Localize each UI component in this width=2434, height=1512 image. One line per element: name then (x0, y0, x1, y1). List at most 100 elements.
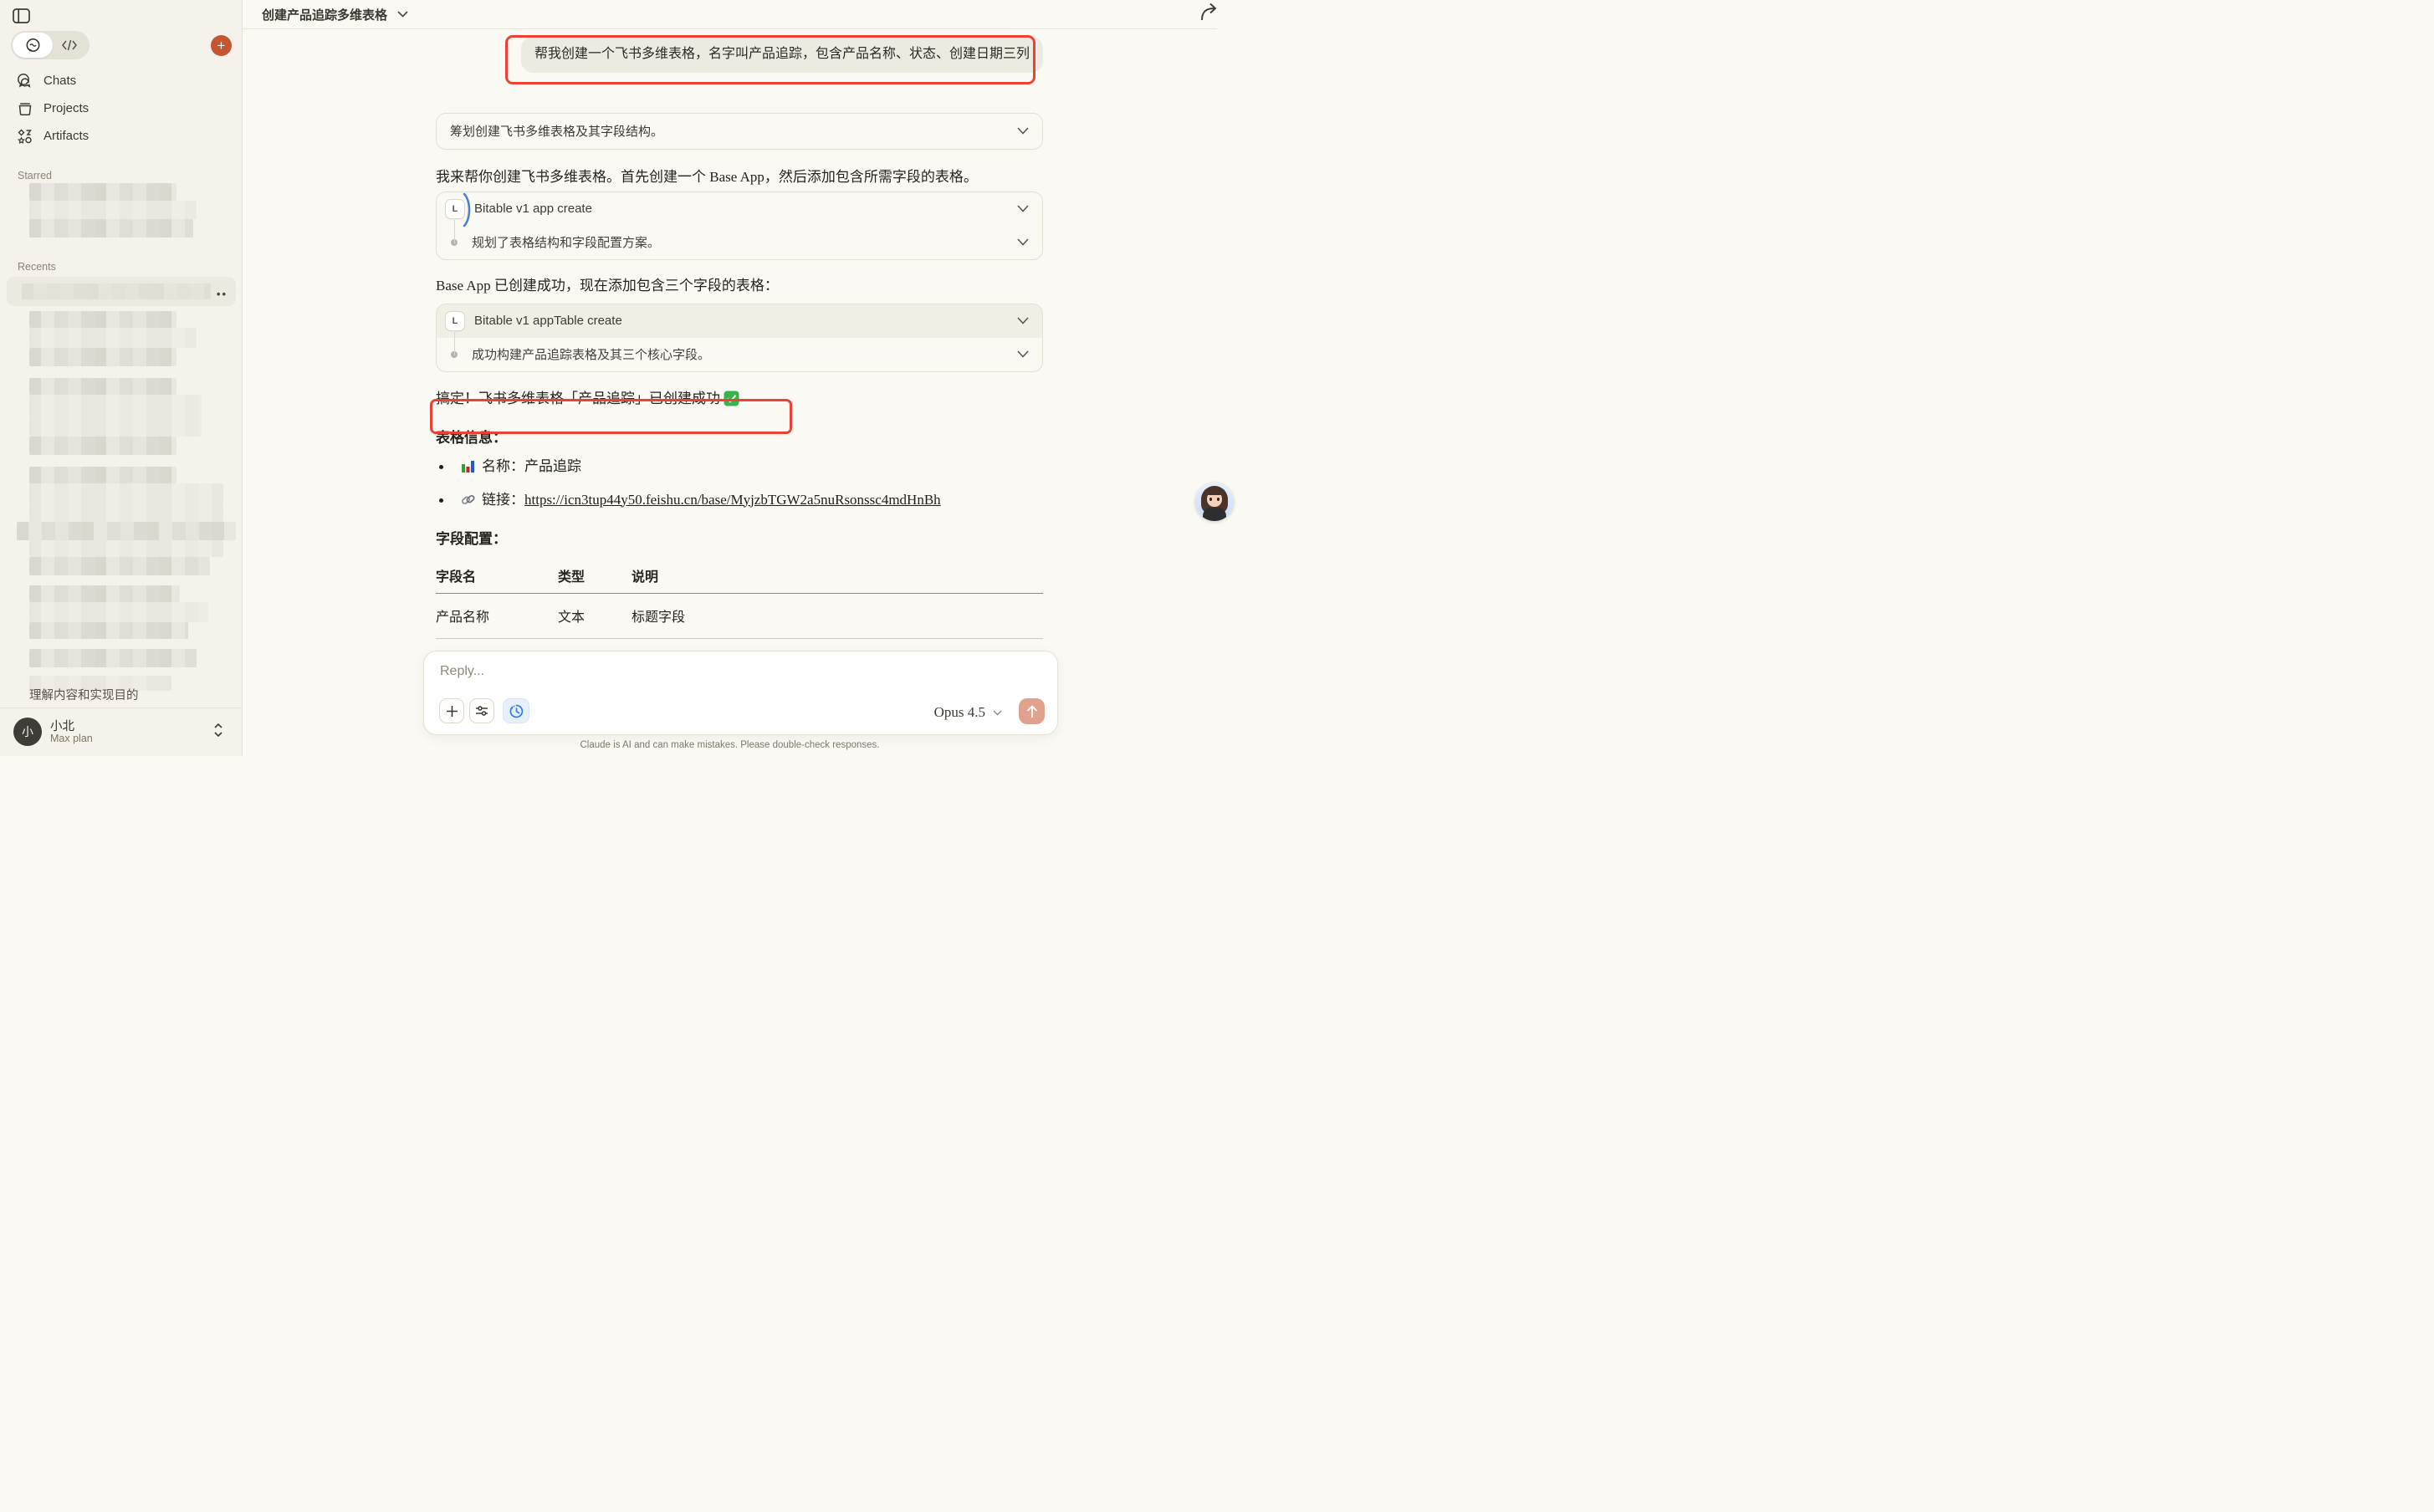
table-row: 产品名称 文本 标题字段 (436, 593, 1043, 638)
tool-name: Bitable v1 app create (474, 202, 592, 216)
artifacts-icon (17, 128, 33, 144)
avatar-eye (1217, 498, 1220, 501)
share-icon[interactable] (1199, 2, 1222, 25)
history-clock-button[interactable] (503, 698, 529, 723)
sidebar-item-label: Projects (43, 101, 89, 115)
link-emoji (461, 493, 475, 507)
redacted-starred-item[interactable] (29, 219, 193, 238)
column-header: 说明 (632, 565, 1043, 594)
redacted-chat-item[interactable] (29, 622, 188, 639)
assistant-text: Base App 已创建成功，现在添加包含三个字段的表格： (436, 276, 1043, 296)
sidebar-nav: Chats Projects Artifacts (7, 67, 235, 150)
bar-chart-emoji (461, 459, 475, 473)
redacted-chat-item[interactable] (29, 602, 208, 622)
redacted-chat-item[interactable] (29, 649, 197, 667)
tool-result-row[interactable]: 规划了表格结构和字段配置方案。 (437, 226, 1042, 259)
chats-icon (17, 73, 33, 89)
floating-persona-avatar[interactable] (1195, 483, 1234, 521)
table-info-heading: 表格信息： (436, 426, 1043, 447)
starred-section-label: Starred (18, 170, 52, 181)
redacted-chat-item[interactable] (29, 378, 176, 395)
tool-call-header[interactable]: L Bitable v1 app create (437, 192, 1042, 226)
avatar-bangs (1206, 488, 1223, 495)
tools-settings-button[interactable] (469, 698, 494, 723)
redacted-chat-item[interactable] (29, 467, 176, 483)
mode-toggle (11, 31, 89, 59)
new-chat-button[interactable]: + (211, 35, 232, 56)
avatar-eye (1209, 498, 1212, 501)
tool-result-summary: 成功构建产品追踪表格及其三个核心字段。 (472, 345, 710, 363)
chevron-down-icon (1017, 238, 1029, 246)
chevron-down-icon (1017, 127, 1029, 135)
lark-mcp-badge: L (445, 311, 465, 331)
fields-table: 字段名 类型 说明 产品名称 文本 标题字段 (436, 565, 1043, 639)
redacted-chat-item[interactable] (29, 395, 202, 416)
tool-call-card: L Bitable v1 appTable create 成功构建产品追踪表格及… (436, 304, 1043, 372)
arrow-up-icon (1026, 705, 1038, 718)
tool-result-summary: 规划了表格结构和字段配置方案。 (472, 233, 660, 251)
base-link[interactable]: https://icn3tup44y50.feishu.cn/base/Myjz… (524, 489, 941, 511)
chevron-down-icon (993, 710, 1002, 716)
conversation-title-dropdown[interactable]: 创建产品追踪多维表格 (262, 6, 408, 23)
item-menu-icon[interactable]: •• (217, 288, 228, 300)
sidebar-item-label: Chats (43, 74, 76, 88)
table-info-list: 名称： 产品追踪 链接： https://icn3tup44y50.feishu… (436, 456, 1043, 511)
app-window: + Chats Projects Artifacts (0, 0, 1217, 756)
plus-icon (446, 705, 458, 718)
tool-call-header[interactable]: L Bitable v1 appTable create (437, 304, 1042, 338)
check-mark-emoji (724, 391, 739, 406)
tool-result-row[interactable]: 成功构建产品追踪表格及其三个核心字段。 (437, 338, 1042, 371)
redacted-starred-item[interactable] (29, 201, 197, 219)
redacted-chat-item[interactable] (17, 522, 236, 540)
chat-mode-segment[interactable] (13, 33, 53, 58)
list-item: 链接： https://icn3tup44y50.feishu.cn/base/… (436, 489, 1043, 511)
code-mode-segment[interactable] (53, 33, 86, 58)
redacted-chat-item[interactable] (29, 483, 223, 503)
redacted-chat-title (22, 284, 211, 299)
column-header: 字段名 (436, 565, 558, 594)
redacted-chat-item[interactable] (29, 585, 180, 602)
redacted-chat-item[interactable] (29, 348, 176, 366)
redacted-chat-item[interactable] (29, 540, 223, 557)
thinking-summary: 筹划创建飞书多维表格及其字段结构。 (450, 122, 663, 140)
tool-name: Bitable v1 appTable create (474, 314, 622, 328)
send-button[interactable] (1019, 698, 1045, 724)
redacted-chat-item[interactable] (29, 311, 176, 328)
connector-line (454, 332, 455, 355)
redacted-chat-item[interactable] (29, 503, 223, 522)
info-label: 名称： (482, 456, 524, 478)
model-selector[interactable]: Opus 4.5 (934, 704, 1002, 721)
chevron-down-icon (1017, 350, 1029, 358)
avatar-body (1203, 508, 1226, 521)
thinking-collapse-card[interactable]: 筹划创建飞书多维表格及其字段结构。 (436, 113, 1043, 150)
account-menu[interactable]: 小 小北 Max plan (0, 707, 242, 756)
redacted-chat-item[interactable] (29, 437, 176, 455)
redacted-chat-item[interactable] (29, 557, 210, 575)
sidebar-item-artifacts[interactable]: Artifacts (7, 122, 235, 150)
table-cell: 产品名称 (436, 593, 558, 638)
conversation-title: 创建产品追踪多维表格 (262, 6, 387, 23)
recent-item-active[interactable]: •• (7, 277, 236, 306)
reply-composer[interactable]: Reply... Opus 4.5 (423, 651, 1058, 735)
column-header: 类型 (558, 565, 632, 594)
redacted-chat-item[interactable] (29, 328, 197, 348)
disclaimer-text: Claude is AI and can make mistakes. Plea… (243, 740, 1217, 750)
redacted-chat-item[interactable] (29, 416, 202, 437)
chat-header: 创建产品追踪多维表格 (243, 0, 1217, 29)
user-plan: Max plan (50, 733, 93, 744)
recent-item-clipped[interactable]: 理解内容和实现目的 (29, 686, 139, 703)
redacted-starred-item[interactable] (29, 183, 176, 201)
attach-button[interactable] (439, 698, 464, 723)
recents-list: •• 理解内容和实现目的 (0, 268, 242, 708)
assistant-text: 我来帮你创建飞书多维表格。首先创建一个 Base App，然后添加包含所需字段的… (436, 167, 1043, 187)
conversation: 帮我创建一个飞书多维表格，名字叫产品追踪，包含产品名称、状态、创建日期三列 筹划… (436, 28, 1043, 639)
sidebar-item-projects[interactable]: Projects (7, 94, 235, 122)
chevron-down-icon (397, 11, 408, 18)
list-item: 名称： 产品追踪 (436, 456, 1043, 478)
projects-icon (17, 100, 33, 116)
sidebar-item-chats[interactable]: Chats (7, 67, 235, 94)
sidebar-toggle-icon[interactable] (10, 5, 32, 27)
reply-input[interactable]: Reply... (440, 664, 484, 679)
clock-icon (509, 704, 524, 718)
user-avatar: 小 (13, 718, 42, 746)
